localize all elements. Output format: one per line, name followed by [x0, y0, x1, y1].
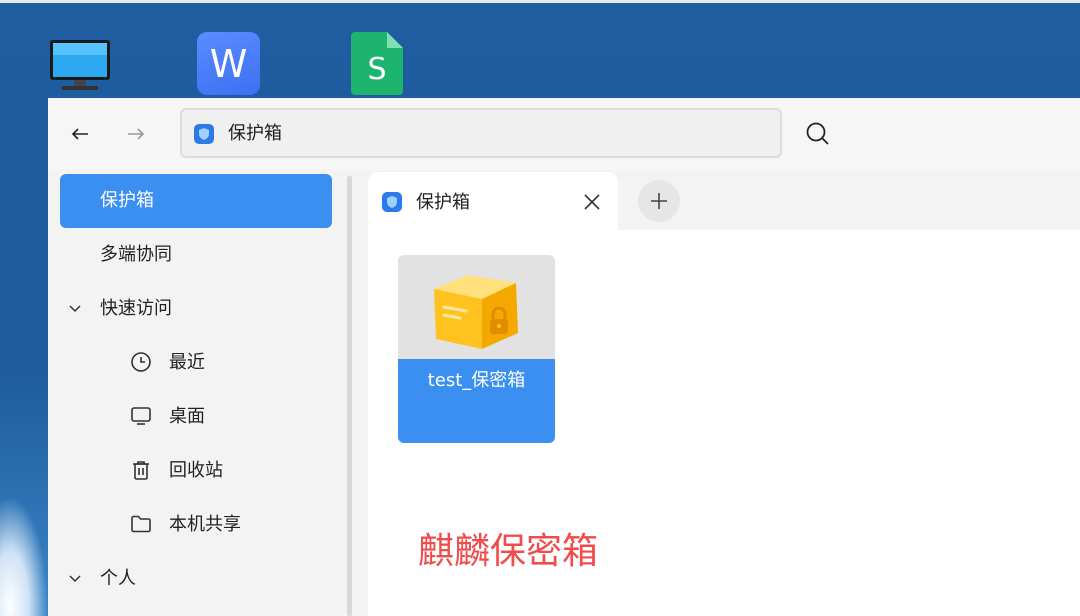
sidebar-item-local-share[interactable]: 本机共享 — [60, 498, 332, 552]
arrow-left-icon — [71, 128, 88, 140]
computer-icon[interactable] — [48, 40, 112, 90]
close-icon[interactable] — [582, 192, 602, 212]
folder-icon — [131, 515, 151, 533]
vault-icon — [382, 192, 402, 212]
sidebar-item-label: 快速访问 — [100, 298, 172, 319]
monitor-icon — [131, 407, 151, 425]
toolbar: 保护箱 — [48, 98, 1080, 170]
sidebar-item-label: 保护箱 — [100, 190, 154, 211]
search-icon — [806, 122, 829, 145]
tab-label: 保护箱 — [416, 192, 470, 213]
new-tab-button[interactable] — [638, 180, 680, 222]
wps-writer-letter: W — [210, 42, 248, 86]
tab-vault[interactable]: 保护箱 — [368, 172, 618, 230]
file-name: test_保密箱 — [427, 370, 526, 391]
sidebar: 保护箱 多端协同 快速访问 最近 桌面 回收站 本机共享 个人 — [48, 170, 348, 616]
file-manager-window: 保护箱 保护箱 多端协同 快速访问 最近 桌面 回收站 本机共享 个人 保护箱 … — [48, 98, 1080, 616]
trash-icon — [133, 461, 149, 480]
address-bar[interactable]: 保护箱 — [180, 108, 782, 158]
back-button[interactable] — [68, 122, 92, 146]
sidebar-item-label: 多端协同 — [100, 244, 172, 265]
content-area: 保护箱 test_保密箱 麒麟保密箱 — [368, 170, 1080, 616]
wps-sheet-letter: S — [367, 52, 386, 87]
sidebar-item-label: 本机共享 — [169, 514, 241, 535]
sidebar-item-multi-device[interactable]: 多端协同 — [60, 228, 332, 282]
sidebar-item-label: 个人 — [100, 568, 136, 589]
sidebar-item-quick-access[interactable]: 快速访问 — [60, 282, 332, 336]
sidebar-item-trash[interactable]: 回收站 — [60, 444, 332, 498]
wallpaper-cloud — [0, 496, 48, 616]
sidebar-item-label: 桌面 — [169, 406, 205, 427]
arrow-right-icon — [128, 128, 145, 140]
file-item[interactable]: test_保密箱 — [398, 255, 555, 443]
sidebar-splitter[interactable] — [347, 176, 352, 616]
sidebar-item-recent[interactable]: 最近 — [60, 336, 332, 390]
top-strip — [0, 0, 1080, 3]
file-name-bar: test_保密箱 — [398, 359, 555, 443]
tab-bar: 保护箱 — [368, 170, 1080, 230]
caption-text: 麒麟保密箱 — [418, 531, 599, 572]
vault-icon — [194, 124, 214, 144]
locked-box-icon — [434, 275, 518, 349]
file-thumbnail — [398, 255, 555, 359]
plus-icon — [651, 193, 667, 209]
sidebar-item-desktop[interactable]: 桌面 — [60, 390, 332, 444]
sidebar-item-vault[interactable]: 保护箱 — [60, 174, 332, 228]
chevron-down-icon[interactable] — [68, 572, 82, 586]
chevron-down-icon[interactable] — [68, 302, 82, 316]
sidebar-item-personal[interactable]: 个人 — [60, 552, 332, 606]
wps-spreadsheet-icon[interactable]: S — [351, 32, 403, 95]
clock-icon — [131, 352, 151, 372]
sidebar-item-label: 最近 — [169, 352, 205, 373]
wps-writer-icon[interactable]: W — [197, 32, 260, 95]
forward-button[interactable] — [124, 122, 148, 146]
sidebar-item-label: 回收站 — [169, 460, 223, 481]
address-text: 保护箱 — [228, 123, 282, 144]
search-button[interactable] — [804, 120, 832, 148]
